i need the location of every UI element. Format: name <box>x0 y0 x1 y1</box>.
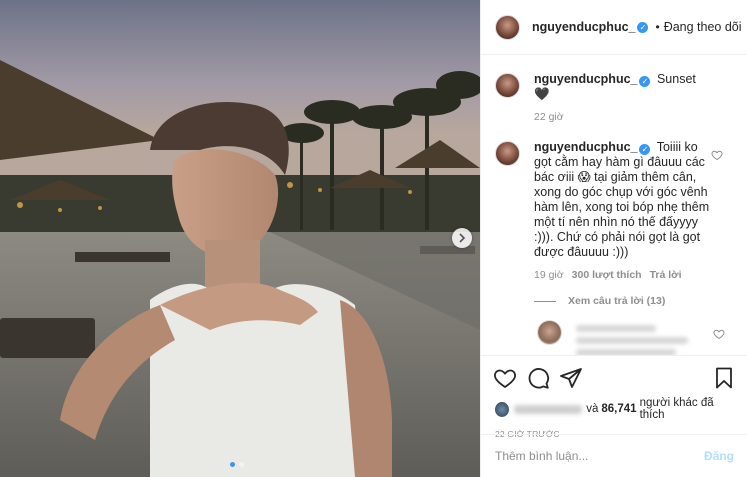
follow-status-button[interactable]: Đang theo dõi <box>664 20 742 34</box>
post-sidebar: nguyenducphuc_ ✓ • Đang theo dõi nguyend… <box>480 0 747 477</box>
comment-username[interactable]: nguyenducphuc_ <box>534 140 637 154</box>
comment-like-count[interactable]: 300 lượt thích <box>572 269 642 281</box>
post-photo[interactable] <box>0 0 480 477</box>
likes-summary: và 86,741 người khác đã thích <box>481 392 747 421</box>
comment-avatar[interactable] <box>495 141 520 166</box>
share-icon[interactable] <box>559 366 583 390</box>
author-username[interactable]: nguyenducphuc_ <box>532 20 635 34</box>
add-comment-form: Đăng <box>481 434 747 477</box>
caption-avatar[interactable] <box>495 73 520 98</box>
verified-badge-icon: ✓ <box>639 76 651 87</box>
caption: nguyenducphuc_ ✓ Sunset 🖤 22 giờ <box>495 72 733 123</box>
comment-input[interactable] <box>495 449 704 463</box>
verified-badge-icon: ✓ <box>639 144 651 155</box>
comments-list[interactable]: nguyenducphuc_ ✓ Sunset 🖤 22 giờ nguyendu… <box>481 55 747 355</box>
post-comment-button[interactable]: Đăng <box>704 449 734 463</box>
reply-button[interactable]: Trả lời <box>650 269 682 281</box>
author-avatar[interactable] <box>495 14 520 40</box>
comment-item: nguyenducphuc_ ✓ Toiiii ko gọt cằm hay hà… <box>495 140 733 281</box>
carousel-dot <box>239 462 244 467</box>
carousel-dot-active <box>230 462 235 467</box>
like-reply-heart-icon[interactable] <box>713 328 725 340</box>
reply-item <box>537 320 733 355</box>
comment-text: Toiiii ko gọt cằm hay hàm gì đâuuu các b… <box>534 140 710 259</box>
likes-count[interactable]: 86,741 <box>601 403 636 415</box>
bookmark-icon[interactable] <box>712 366 736 390</box>
view-replies-button[interactable]: Xem câu trả lời (13) <box>534 295 733 307</box>
liker-avatar[interactable] <box>495 401 509 417</box>
reply-avatar[interactable] <box>537 320 562 345</box>
action-bar <box>481 356 747 392</box>
like-comment-heart-icon[interactable] <box>711 149 723 161</box>
comment-time[interactable]: 19 giờ <box>534 269 564 281</box>
chevron-right-icon <box>459 233 466 243</box>
carousel-indicator <box>230 462 244 467</box>
sunset-beach-photo <box>0 0 480 477</box>
view-replies-label: Xem câu trả lời (13) <box>568 295 666 307</box>
carousel-next-button[interactable] <box>452 228 472 248</box>
likes-and: và <box>586 403 599 415</box>
caption-time[interactable]: 22 giờ <box>534 111 564 123</box>
verified-badge-icon: ✓ <box>637 21 649 33</box>
likes-rest[interactable]: người khác đã thích <box>640 397 734 421</box>
header-separator: • <box>655 20 660 34</box>
replies-divider <box>534 300 556 302</box>
comment-icon[interactable] <box>526 366 550 390</box>
caption-username[interactable]: nguyenducphuc_ <box>534 72 637 86</box>
liker-name-blurred[interactable] <box>513 404 583 414</box>
post-header: nguyenducphuc_ ✓ • Đang theo dõi <box>481 0 747 55</box>
reply-text-blurred <box>576 320 691 355</box>
heart-icon[interactable] <box>493 366 517 390</box>
